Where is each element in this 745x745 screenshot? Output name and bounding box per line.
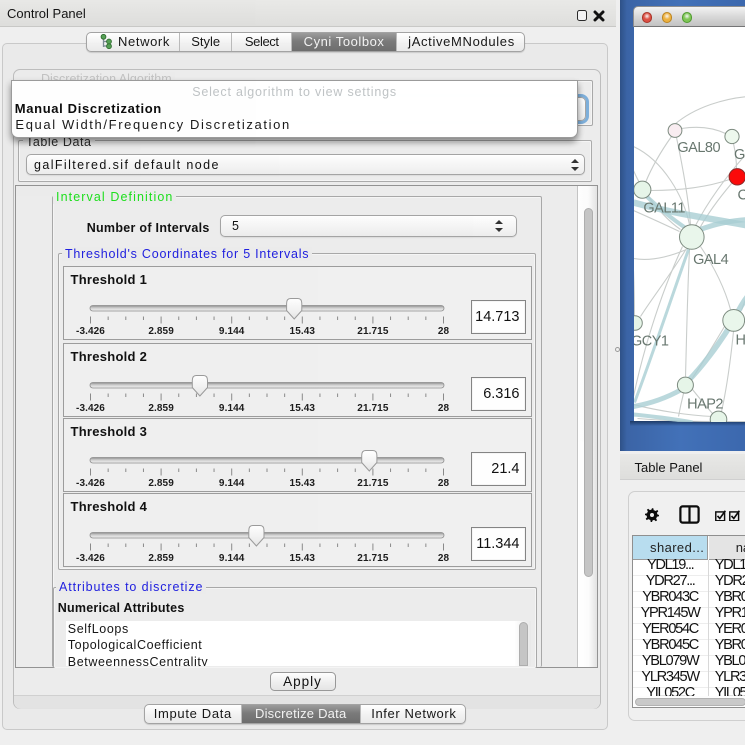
svg-text:C: C (737, 187, 745, 203)
svg-text:GCY1: GCY1 (634, 333, 669, 349)
svg-text:H: H (735, 332, 745, 348)
svg-text:G.: G. (734, 147, 745, 163)
svg-text:GAL4: GAL4 (693, 252, 729, 268)
svg-text:GAL80: GAL80 (677, 140, 720, 156)
svg-text:GAL11: GAL11 (643, 200, 685, 216)
svg-text:HAP2: HAP2 (687, 396, 723, 412)
